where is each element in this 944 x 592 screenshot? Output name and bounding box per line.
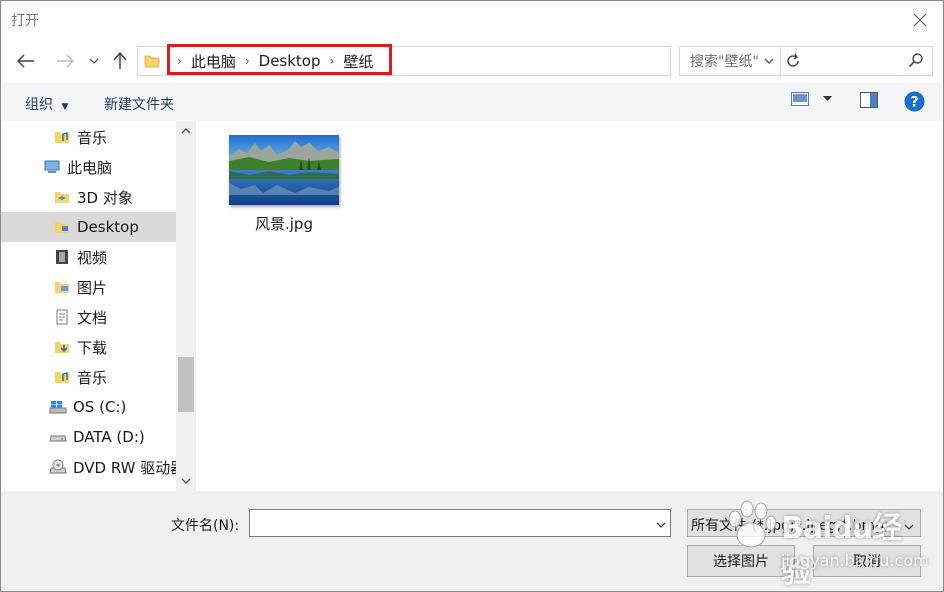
chevron-right-icon[interactable]: › — [325, 54, 340, 68]
landscape-thumbnail — [229, 135, 339, 205]
scroll-up-button[interactable] — [176, 121, 196, 141]
crumb-wallpaper[interactable]: 壁纸 — [339, 51, 377, 72]
help-button[interactable]: ? — [904, 91, 925, 112]
caret-down-icon — [823, 96, 832, 101]
nav-item-1[interactable]: 此电脑 — [1, 152, 176, 182]
chevron-down-icon — [904, 518, 914, 534]
up-button[interactable] — [107, 47, 133, 75]
nav-item-label: Desktop — [77, 218, 139, 236]
dialog-footer: 文件名(N): 所有文件 (*.jpg;*.jpeg;*.bmp; 选择图片 取… — [1, 491, 943, 591]
chevron-right-icon[interactable]: › — [172, 54, 187, 68]
nav-item-6[interactable]: 文档 — [1, 302, 176, 332]
search-icon[interactable] — [908, 52, 924, 72]
nav-item-label: 3D 对象 — [77, 188, 133, 207]
nav-item-7[interactable]: 下载 — [1, 332, 176, 362]
desktop-folder-icon — [53, 218, 71, 236]
open-file-dialog: 打开 › 此电脑 › Desktop › 壁纸 搜索"壁纸" 组织 ▼ 新建文件… — [0, 0, 944, 592]
music-folder-icon — [53, 128, 71, 146]
arrow-left-icon — [17, 54, 34, 68]
chevron-down-icon — [89, 58, 99, 64]
video-folder-icon — [53, 248, 71, 266]
nav-item-10[interactable]: DATA (D:) — [1, 422, 176, 452]
nav-scrollbar[interactable] — [176, 121, 196, 491]
nav-item-label: 音乐 — [77, 128, 108, 147]
file-name: 风景.jpg — [255, 215, 313, 233]
title-bar: 打开 — [1, 1, 943, 39]
file-list: 风景.jpg — [196, 121, 943, 491]
open-button[interactable]: 选择图片 — [687, 545, 795, 577]
arrow-right-icon — [57, 54, 74, 68]
close-button[interactable] — [897, 1, 943, 39]
dvd-drive-icon — [49, 458, 67, 476]
view-options-dropdown[interactable] — [823, 96, 832, 102]
file-type-select[interactable]: 所有文件 (*.jpg;*.jpeg;*.bmp; — [687, 509, 921, 537]
arrow-up-icon — [113, 52, 127, 69]
nav-item-label: 音乐 — [77, 368, 108, 387]
navigation-pane: 音乐 此电脑 3D 对象 Desktop 视频 图片 文档 下载 音乐 OS (C:) DATA (… — [1, 121, 196, 491]
nav-item-label: 下载 — [77, 338, 108, 357]
chevron-right-icon[interactable]: › — [240, 54, 255, 68]
nav-item-4[interactable]: 视频 — [1, 242, 176, 272]
command-bar: 组织 ▼ 新建文件夹 ? — [1, 83, 943, 122]
window-title: 打开 — [11, 13, 39, 29]
search-box[interactable] — [679, 46, 933, 76]
file-item[interactable]: 风景.jpg — [226, 135, 342, 234]
nav-item-label: 文档 — [77, 308, 108, 327]
documents-folder-icon — [53, 308, 71, 326]
crumb-desktop[interactable]: Desktop — [255, 52, 325, 70]
nav-item-9[interactable]: OS (C:) — [1, 392, 176, 422]
scroll-down-button[interactable] — [176, 471, 196, 491]
preview-pane-button[interactable] — [860, 92, 878, 108]
change-view-button[interactable] — [791, 92, 809, 106]
help-icon: ? — [904, 91, 925, 112]
scroll-thumb[interactable] — [178, 357, 194, 412]
nav-item-11[interactable]: DVD RW 驱动器 — [1, 452, 185, 482]
address-bar[interactable]: › 此电脑 › Desktop › 壁纸 — [137, 46, 799, 76]
caret-down-icon: ▼ — [61, 102, 69, 112]
drive-icon — [49, 428, 67, 446]
windows-drive-icon — [49, 398, 67, 416]
nav-item-label: 视频 — [77, 248, 108, 267]
downloads-folder-icon — [53, 338, 71, 356]
forward-button[interactable] — [53, 47, 77, 75]
recent-locations-button[interactable] — [85, 47, 103, 75]
nav-item-label: 图片 — [77, 278, 108, 297]
preview-pane-icon — [860, 92, 878, 108]
nav-item-label: DATA (D:) — [73, 428, 145, 446]
nav-item-8[interactable]: 音乐 — [1, 362, 176, 392]
nav-item-label: DVD RW 驱动器 — [73, 458, 186, 477]
computer-icon — [43, 158, 61, 176]
organize-menu[interactable]: 组织 ▼ — [25, 94, 68, 114]
nav-item-0[interactable]: 音乐 — [1, 122, 176, 152]
nav-item-label: OS (C:) — [73, 398, 127, 416]
view-icon — [791, 92, 809, 106]
chevron-up-icon — [181, 128, 191, 134]
chevron-down-icon — [181, 478, 191, 484]
3d-objects-icon — [53, 188, 71, 206]
folder-icon — [144, 53, 160, 73]
file-type-value: 所有文件 (*.jpg;*.jpeg;*.bmp; — [691, 518, 889, 534]
nav-item-5[interactable]: 图片 — [1, 272, 176, 302]
pictures-folder-icon — [53, 278, 71, 296]
chevron-down-icon[interactable] — [656, 516, 666, 532]
organize-label: 组织 — [25, 97, 53, 113]
new-folder-button[interactable]: 新建文件夹 — [104, 94, 174, 114]
filename-label: 文件名(N): — [171, 518, 240, 534]
back-button[interactable] — [13, 47, 39, 75]
filename-field[interactable] — [249, 509, 671, 537]
search-input[interactable] — [688, 49, 902, 75]
cancel-button[interactable]: 取消 — [813, 545, 921, 577]
close-icon — [913, 13, 927, 27]
nav-item-3[interactable]: Desktop — [1, 212, 176, 242]
nav-item-2[interactable]: 3D 对象 — [1, 182, 176, 212]
nav-item-label: 此电脑 — [67, 158, 113, 177]
music-folder-icon — [53, 368, 71, 386]
svg-text:?: ? — [910, 95, 918, 111]
breadcrumb: › 此电脑 › Desktop › 壁纸 — [172, 47, 377, 75]
crumb-this-pc[interactable]: 此电脑 — [187, 51, 240, 72]
